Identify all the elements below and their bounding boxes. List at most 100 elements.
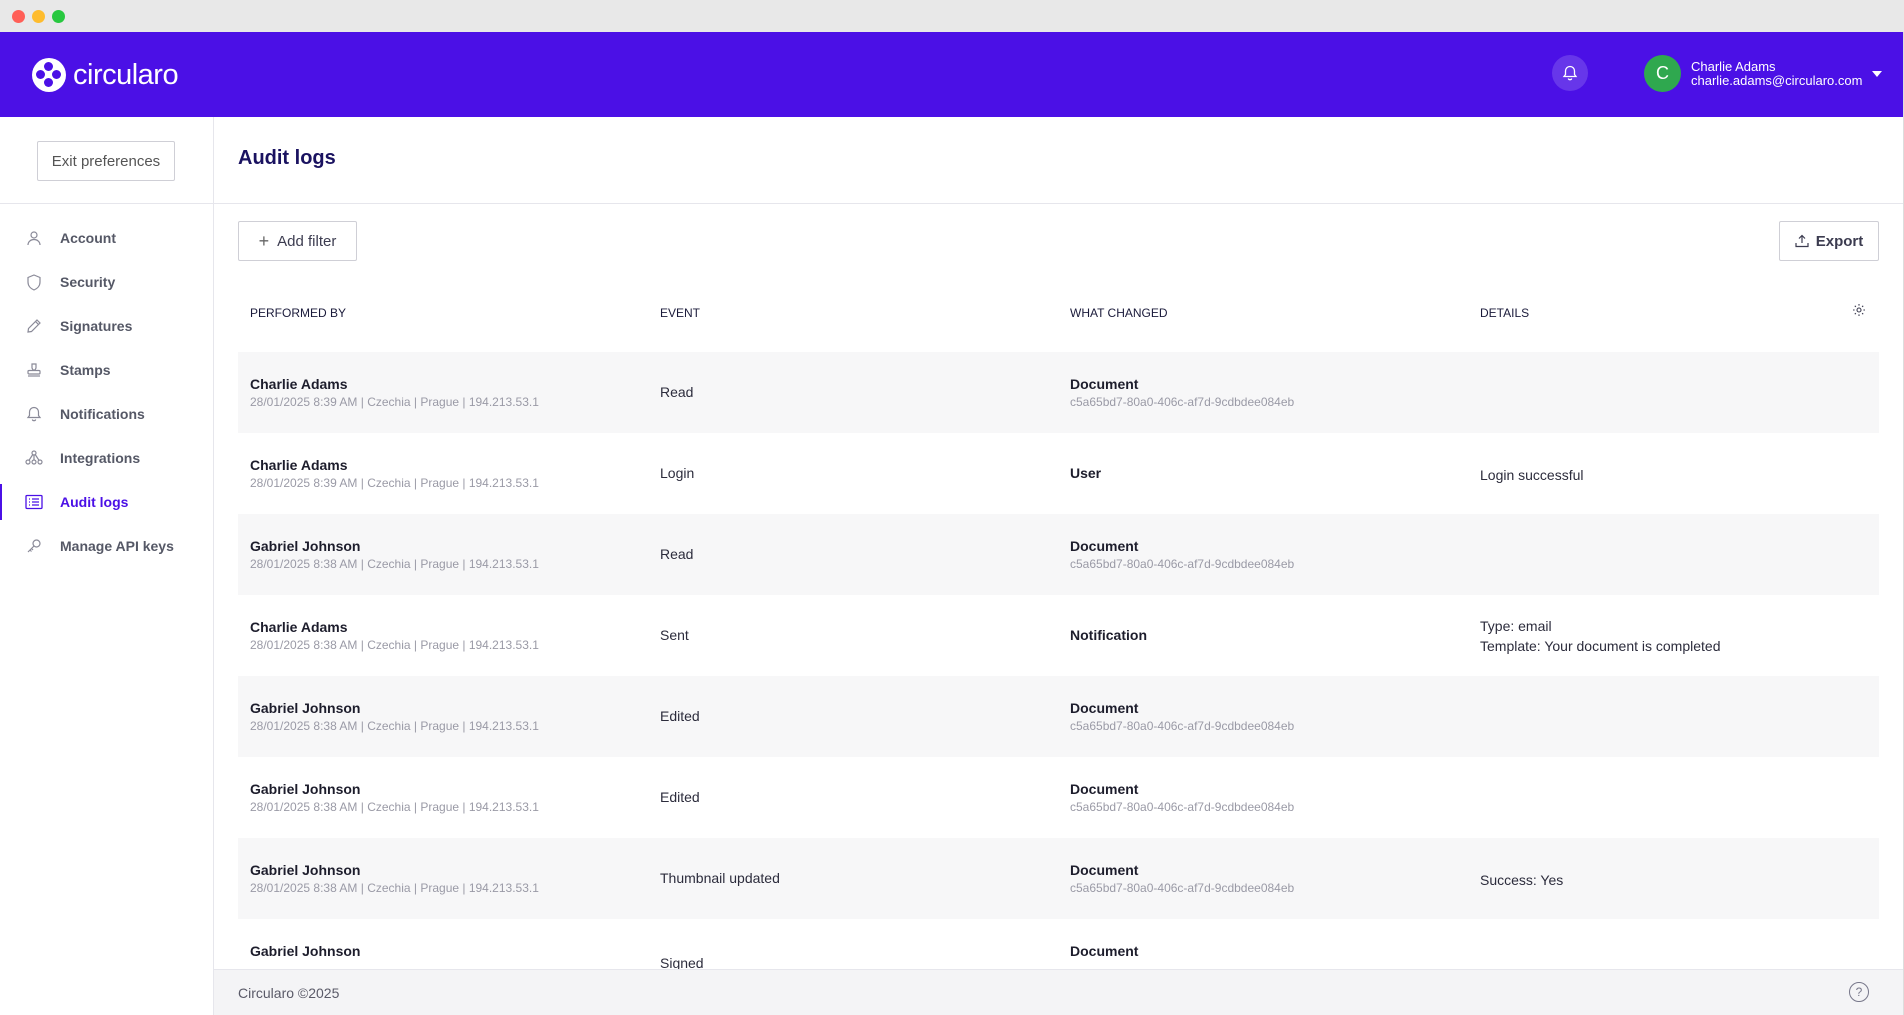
user-email: charlie.adams@circularo.com [1691,72,1863,88]
avatar: C [1644,55,1681,92]
performer-name: Gabriel Johnson [250,943,361,959]
what-changed-title: Document [1070,538,1139,554]
stamp-icon [25,361,43,379]
event-cell: Edited [660,708,700,724]
event-cell: Read [660,384,694,400]
performer-name: Charlie Adams [250,457,348,473]
sidebar-item-security[interactable]: Security [0,260,214,304]
performer-name: Gabriel Johnson [250,781,361,797]
table-row[interactable]: Gabriel Johnson 28/01/2025 8:38 AM | Cze… [238,514,1879,595]
sidebar-item-account[interactable]: Account [0,216,214,260]
what-changed-title: Document [1070,376,1139,392]
event-cell: Read [660,546,694,562]
table-row[interactable]: Charlie Adams 28/01/2025 8:38 AM | Czech… [238,595,1879,676]
audit-log-table: PERFORMED BY EVENT WHAT CHANGED DETAILS … [238,272,1879,971]
page-title: Audit logs [238,147,336,169]
key-icon [25,537,43,555]
sidebar-item-label: Signatures [60,318,133,334]
sidebar-item-stamps[interactable]: Stamps [0,348,214,392]
performer-meta: 28/01/2025 8:38 AM | Czechia | Prague | … [250,557,539,571]
sidebar-divider [0,203,214,204]
footer: Circularo ©2025 ? [214,969,1904,1015]
integrations-icon [25,449,43,467]
shield-icon [25,273,43,291]
table-row[interactable]: Charlie Adams 28/01/2025 8:39 AM | Czech… [238,433,1879,514]
notifications-button[interactable] [1552,55,1588,91]
close-window-button[interactable] [12,10,25,23]
top-navbar: circularo C Charlie Adams charlie.adams@… [0,32,1904,117]
what-changed-title: Document [1070,700,1139,716]
what-changed-id: c5a65bd7-80a0-406c-af7d-9cdbdee084eb [1070,881,1295,895]
what-changed-title: Document [1070,862,1139,878]
help-icon[interactable]: ? [1849,982,1869,1002]
table-row[interactable]: Gabriel Johnson 28/01/2025 8:38 AM | Cze… [238,838,1879,919]
brand-name: circularo [73,58,179,91]
exit-preferences-button[interactable]: Exit preferences [37,141,175,181]
footer-copyright: Circularo ©2025 [238,985,340,1001]
table-row[interactable]: Gabriel Johnson 28/01/2025 8:38 AM | Cze… [238,676,1879,757]
what-changed-id: c5a65bd7-80a0-406c-af7d-9cdbdee084eb [1070,557,1295,571]
user-name: Charlie Adams [1691,58,1776,74]
sidebar-item-label: Audit logs [60,494,129,510]
performer-name: Charlie Adams [250,619,348,635]
sidebar-item-label: Account [60,230,116,246]
sidebar-item-label: Integrations [60,450,141,466]
upload-icon [1795,234,1809,248]
performer-meta: 28/01/2025 8:39 AM | Czechia | Prague | … [250,395,539,409]
window-titlebar [0,0,1904,32]
column-header-event[interactable]: EVENT [660,306,700,320]
sidebar-item-label: Security [60,274,116,290]
performer-name: Gabriel Johnson [250,700,361,716]
what-changed-title: Document [1070,943,1139,959]
export-button[interactable]: Export [1779,221,1879,261]
brand-logo[interactable]: circularo [32,58,179,92]
sidebar-item-audit-logs[interactable]: Audit logs [0,480,214,524]
performer-name: Gabriel Johnson [250,862,361,878]
preferences-sidebar: Exit preferences Account Security Signat… [0,117,214,1015]
user-icon [25,229,43,247]
table-row[interactable]: Gabriel Johnson 28/01/2025 8:38 AM | Cze… [238,757,1879,838]
sidebar-item-integrations[interactable]: Integrations [0,436,214,480]
details-cell: Success: Yes [1480,872,1564,888]
maximize-window-button[interactable] [52,10,65,23]
column-header-details[interactable]: DETAILS [1480,306,1529,320]
minimize-window-button[interactable] [32,10,45,23]
pen-icon [25,317,43,335]
add-filter-button[interactable]: + Add filter [238,221,357,261]
chevron-down-icon [1872,70,1883,77]
plus-icon: + [258,231,270,251]
table-header: PERFORMED BY EVENT WHAT CHANGED DETAILS [238,272,1879,352]
export-label: Export [1815,232,1864,250]
bell-icon [1562,65,1578,80]
what-changed-title: User [1070,465,1102,481]
what-changed-title: Document [1070,781,1139,797]
sidebar-item-api-keys[interactable]: Manage API keys [0,524,214,568]
sidebar-item-signatures[interactable]: Signatures [0,304,214,348]
what-changed-id: c5a65bd7-80a0-406c-af7d-9cdbdee084eb [1070,800,1295,814]
what-changed-id: c5a65bd7-80a0-406c-af7d-9cdbdee084eb [1070,395,1295,409]
column-header-what-changed[interactable]: WHAT CHANGED [1070,306,1168,320]
performer-meta: 28/01/2025 8:38 AM | Czechia | Prague | … [250,881,539,895]
what-changed-id: c5a65bd7-80a0-406c-af7d-9cdbdee084eb [1070,719,1295,733]
gear-icon[interactable] [1852,303,1866,317]
main-content: Audit logs + Add filter Export PERFORMED… [214,117,1904,1015]
sidebar-item-label: Manage API keys [60,538,174,554]
list-icon [25,493,43,511]
title-divider [214,203,1904,204]
performer-name: Gabriel Johnson [250,538,361,554]
performer-meta: 28/01/2025 8:38 AM | Czechia | Prague | … [250,800,539,814]
table-row[interactable]: Charlie Adams 28/01/2025 8:39 AM | Czech… [238,352,1879,433]
sidebar-nav: Account Security Signatures Stamps Notif… [0,216,214,568]
details-cell: Login successful [1480,467,1584,483]
column-header-performed-by[interactable]: PERFORMED BY [250,306,346,320]
details-line: Type: email [1480,618,1552,634]
what-changed-title: Notification [1070,627,1147,643]
event-cell: Thumbnail updated [660,870,780,886]
event-cell: Edited [660,789,700,805]
app-window: circularo C Charlie Adams charlie.adams@… [0,0,1904,1015]
performer-name: Charlie Adams [250,376,348,392]
sidebar-item-notifications[interactable]: Notifications [0,392,214,436]
bell-icon [25,405,43,423]
user-menu[interactable]: C Charlie Adams charlie.adams@circularo.… [1644,55,1883,92]
event-cell: Login [660,465,695,481]
